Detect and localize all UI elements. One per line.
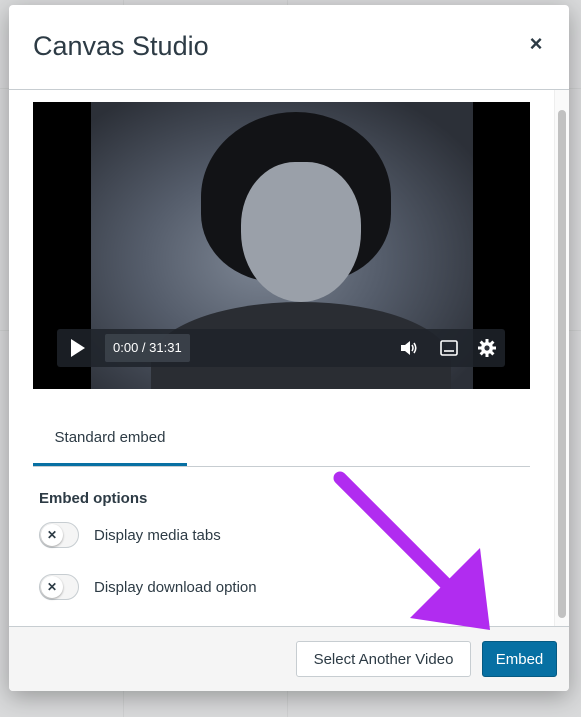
close-icon: ×: [529, 31, 543, 56]
display-download-option-label: Display download option: [94, 578, 257, 596]
tab-standard-embed[interactable]: Standard embed: [33, 412, 187, 466]
display-media-tabs-label: Display media tabs: [94, 526, 221, 544]
display-download-option-toggle[interactable]: ✕ Display download option: [39, 572, 257, 602]
embed-button[interactable]: Embed: [482, 641, 557, 677]
settings-button[interactable]: [472, 329, 502, 367]
play-button[interactable]: [61, 329, 95, 367]
x-icon: ✕: [41, 576, 63, 598]
video-player[interactable]: 0:00 / 31:31: [33, 102, 530, 389]
embed-tabs: Standard embed: [33, 412, 530, 467]
select-another-video-button[interactable]: Select Another Video: [296, 641, 471, 677]
playback-time: 0:00 / 31:31: [105, 334, 190, 362]
dialog-title: Canvas Studio: [33, 31, 209, 61]
display-media-tabs-toggle[interactable]: ✕ Display media tabs: [39, 520, 221, 550]
play-icon: [71, 339, 85, 357]
volume-button[interactable]: [394, 329, 424, 367]
x-icon: ✕: [41, 524, 63, 546]
captions-button[interactable]: [434, 329, 464, 367]
embed-options-heading: Embed options: [39, 490, 148, 507]
volume-icon: [401, 341, 417, 355]
annotation-arrow: [333, 471, 490, 630]
dialog-header: Canvas Studio ×: [9, 5, 569, 90]
player-controls: 0:00 / 31:31: [57, 329, 505, 367]
captions-icon: [440, 340, 458, 356]
video-subject-face: [241, 162, 361, 302]
close-button[interactable]: ×: [523, 31, 549, 57]
toggle-switch[interactable]: ✕: [39, 522, 79, 548]
gear-icon: [478, 339, 496, 357]
scrollbar-thumb[interactable]: [558, 110, 566, 618]
toggle-switch[interactable]: ✕: [39, 574, 79, 600]
